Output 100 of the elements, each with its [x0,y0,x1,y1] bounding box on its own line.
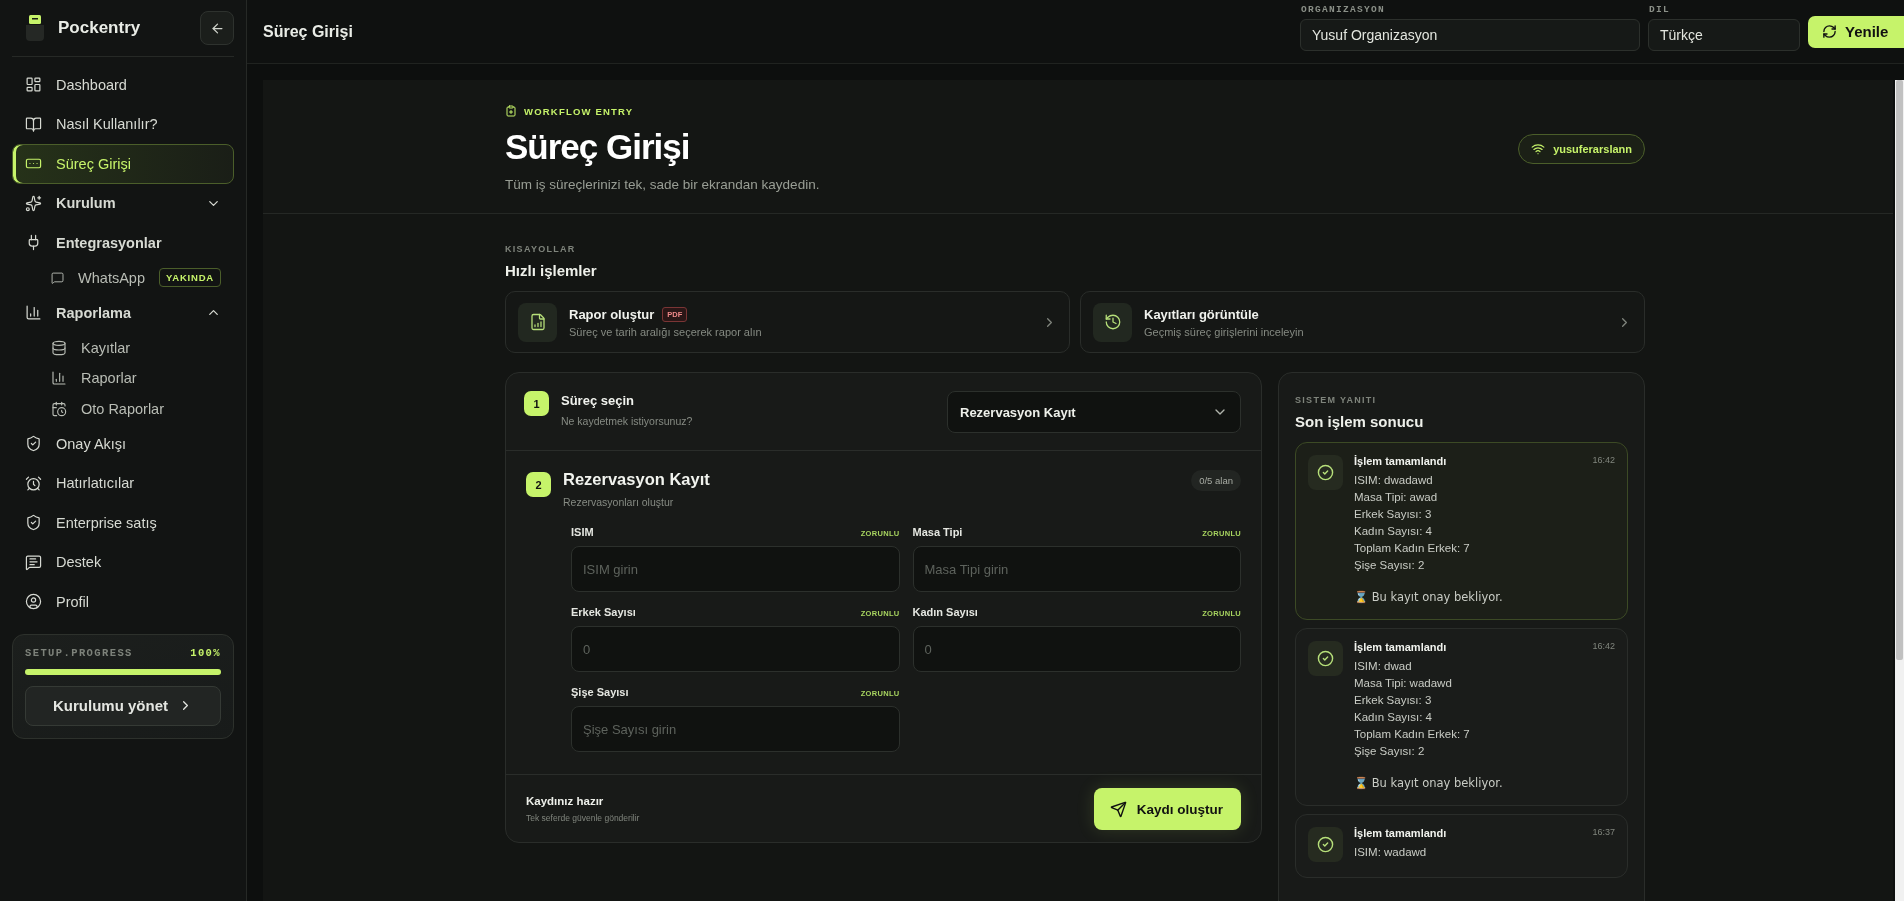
chat-icon [25,553,42,571]
field-label: Şişe Sayısı [571,686,629,698]
field-label: DIL [1648,4,1671,15]
result-line: Erkek Sayısı: 3 [1354,693,1433,707]
step-subtitle: Rezervasyonları oluştur [563,496,675,508]
refresh-button[interactable]: Yenile [1808,15,1904,48]
language-select[interactable]: Türkçe [1648,19,1800,51]
report-icon [528,313,547,331]
nav-subitem[interactable]: Oto Raporlar [12,393,234,424]
submit-button[interactable]: Kaydı oluştur [1093,788,1241,830]
clipboard-icon [505,105,517,117]
nav-subitem[interactable]: Raporlar [12,363,234,394]
shortcut-subtitle: Geçmiş süreç girişlerini inceleyin [1144,325,1305,338]
eyebrow-text: WORKFLOW ENTRY [524,105,634,117]
step-number: 2 [526,472,551,497]
alarm-clock-icon [25,474,42,492]
result-time: 16:42 [1592,641,1615,653]
progress-reading: 100% [190,646,221,659]
nav-group[interactable]: Entegrasyonlar [12,223,234,263]
check-circle-icon [1317,464,1334,481]
result-line: Erkek Sayısı: 3 [1354,507,1433,521]
grid-icon [25,76,42,94]
nav-item[interactable]: Profil [12,582,234,622]
nav-group[interactable]: Raporlama [12,293,234,333]
input-field[interactable]: Masa Tipi girin [912,546,1241,592]
process-select[interactable]: Rezervasyon Kayıt [947,391,1241,433]
database-icon [51,339,67,356]
result-time: 16:37 [1592,827,1615,839]
calendar-clock-icon [51,400,67,417]
bar-chart-icon [51,370,67,387]
result-title: İşlem tamamlandı [1354,641,1447,653]
field-label: ISIM [571,526,594,538]
page-subtitle: Tüm iş süreçlerinizi tek, sade bir ekrandan kaydedin. [505,177,821,192]
footer-title: Kaydınız hazır [526,795,605,807]
progress-label: SETUP.PROGRESS [25,646,133,659]
chat-icon [51,269,65,286]
bar-chart-icon [25,304,42,322]
soon-badge: YAKINDA [159,268,221,288]
history-icon [1103,313,1122,331]
field-label: Erkek Sayısı [571,606,636,618]
shortcut-title: Rapor oluştur [569,306,655,322]
nav-item[interactable]: Destek [12,542,234,582]
result-title: İşlem tamamlandı [1354,827,1447,839]
result-line: Şişe Sayısı: 2 [1354,558,1426,572]
result-line: Masa Tipi: awad [1354,490,1439,504]
logo-icon [24,15,46,41]
section-title: Hızlı işlemler [505,262,598,279]
check-circle-icon [1317,650,1334,667]
nav-item[interactable]: Nasıl Kullanılır? [12,104,234,144]
step-number: 1 [524,391,549,416]
field-counter: 0/5 alan [1191,470,1241,491]
nav-item[interactable]: Süreç Girişi [12,144,234,184]
pending-note: ⌛ Bu kayıt onay bekliyor. [1354,590,1504,604]
result-line: Kadın Sayısı: 4 [1354,524,1433,538]
shortcut-title: Kayıtları görüntüle [1144,306,1259,322]
nav-group[interactable]: Kurulum [12,183,234,223]
pending-note: ⌛ Bu kayıt onay bekliyor. [1354,776,1504,790]
collapse-button[interactable] [200,11,234,45]
input-field[interactable]: Şişe Sayısı girin [571,706,900,752]
step-title: Rezervasyon Kayıt [563,470,711,489]
shortcut-card[interactable]: Kayıtları görüntüle Geçmiş süreç girişlerini inceleyin [1080,291,1645,353]
shield-check-icon [25,514,42,532]
book-icon [25,115,42,133]
nav-item[interactable]: Dashboard [12,65,234,105]
section-eyebrow: SISTEM YANITI [1295,395,1378,405]
section-eyebrow: KISAYOLLAR [505,244,577,254]
check-circle-icon [1317,836,1334,853]
page-title: Süreç Girişi [263,22,354,41]
result-title: İşlem tamamlandı [1354,455,1447,467]
field-label: ORGANIZASYON [1300,4,1386,15]
manage-setup-button[interactable]: Kurulumu yönet [25,685,221,726]
result-line: Toplam Kadın Erkek: 7 [1354,727,1471,741]
result-line: ISIM: dwadawd [1354,473,1434,487]
user-icon [25,593,42,611]
scrollbar[interactable] [1895,80,1904,901]
brand-name: Pockentry [58,18,142,38]
nav-item[interactable]: Hatırlatıcılar [12,463,234,503]
input-field[interactable]: 0 [912,626,1241,672]
step-subtitle: Ne kaydetmek istiyorsunuz? [561,415,694,427]
result-line: ISIM: dwad [1354,659,1413,673]
input-field[interactable]: 0 [571,626,900,672]
result-line: Kadın Sayısı: 4 [1354,710,1433,724]
nav-item[interactable]: Enterprise satış [12,503,234,543]
result-line: Toplam Kadın Erkek: 7 [1354,541,1471,555]
nav-item[interactable]: Onay Akışı [12,424,234,464]
input-field[interactable]: ISIM girin [571,546,900,592]
field-label: Kadın Sayısı [912,606,978,618]
result-line: Şişe Sayısı: 2 [1354,744,1426,758]
organization-select[interactable]: Yusuf Organizasyon [1300,19,1640,51]
nav-subitem[interactable]: WhatsApp YAKINDA [12,262,234,293]
shortcut-subtitle: Süreç ve tarih aralığı seçerek rapor alın [569,325,763,338]
result-line: Masa Tipi: wadawd [1354,676,1453,690]
section-title: Son işlem sonucu [1295,413,1425,430]
refresh-icon [1822,24,1837,39]
step-title: Süreç seçin [561,393,635,408]
shield-check-icon [25,435,42,453]
footer-subtitle: Tek seferde güvenle gönderilir [526,813,641,823]
result-line: ISIM: wadawd [1354,845,1428,859]
send-icon [1109,800,1127,818]
nav-subitem[interactable]: Kayıtlar [12,332,234,363]
